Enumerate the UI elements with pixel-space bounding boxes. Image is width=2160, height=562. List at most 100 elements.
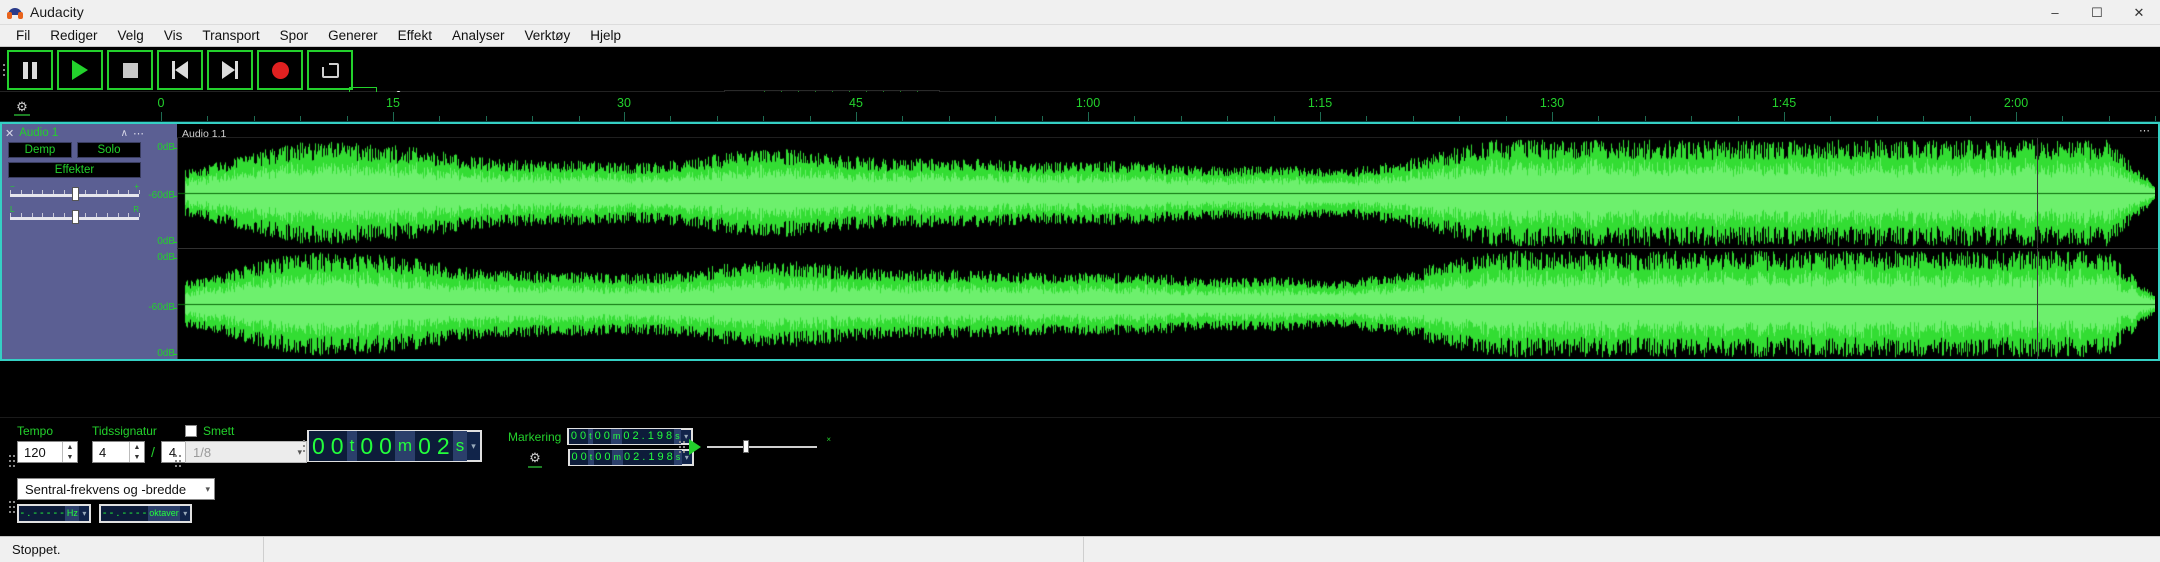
snap-label: Smett xyxy=(203,424,235,438)
time-digit[interactable]: 0 xyxy=(602,429,612,444)
mute-button[interactable]: Demp xyxy=(8,142,72,158)
time-digit[interactable]: 0 xyxy=(569,429,579,444)
vertical-db-ruler[interactable]: 0dB -60dB 0dB 0dB -60dB 0dB xyxy=(147,124,177,359)
time-unit[interactable]: s xyxy=(452,431,468,461)
gain-slider[interactable]: − + xyxy=(10,182,140,201)
play-speed-slider[interactable]: × xyxy=(707,435,831,455)
menu-item-velg[interactable]: Velg xyxy=(108,26,154,45)
collapse-chevron-icon[interactable]: ∧ xyxy=(121,128,128,139)
pan-slider-thumb[interactable] xyxy=(71,210,79,224)
track-control-panel[interactable]: ✕ Audio 1 ∧ ⋯ Demp Solo Effekter − + L R xyxy=(2,124,147,359)
play-speed-thumb[interactable] xyxy=(743,440,750,453)
time-digit[interactable]: 2 xyxy=(631,429,641,444)
time-unit[interactable]: t xyxy=(346,431,358,461)
chevron-down-icon[interactable]: ▾ xyxy=(79,509,89,518)
gain-slider-thumb[interactable] xyxy=(71,187,79,201)
track-name-label[interactable]: Audio 1 xyxy=(19,127,120,139)
chevron-down-icon[interactable]: ▾ xyxy=(467,441,480,452)
selection-options-button[interactable]: ⚙ xyxy=(508,450,562,468)
waveform-area[interactable]: Audio 1.1 ⋯ xyxy=(177,124,2158,359)
record-icon xyxy=(271,61,289,79)
waveform-channel-right[interactable] xyxy=(177,249,2158,359)
time-digit[interactable]: 0 xyxy=(578,429,588,444)
time-digit[interactable]: 8 xyxy=(665,450,675,465)
time-digit[interactable]: 0 xyxy=(593,429,603,444)
record-button[interactable] xyxy=(257,50,303,90)
audio-position-display[interactable]: 0 0 t 0 0 m 0 2 s ▾ xyxy=(307,430,482,462)
time-digit[interactable]: 2 xyxy=(631,450,641,465)
close-track-icon[interactable]: ✕ xyxy=(5,127,14,140)
time-grip[interactable] xyxy=(300,431,307,461)
menu-item-verkt-y[interactable]: Verktøy xyxy=(514,26,580,45)
time-digit[interactable]: 0 xyxy=(570,450,580,465)
bandwidth-display[interactable]: - - . - - - - oktaver ▾ xyxy=(99,504,193,523)
transport-grip[interactable] xyxy=(0,55,7,85)
time-digit[interactable]: 9 xyxy=(655,429,665,444)
solo-button[interactable]: Solo xyxy=(77,142,141,158)
timeline-ruler[interactable]: ⚙ 0 15 30 45 1:00 1:15 1:30 1:45 2:00 xyxy=(0,92,2160,122)
chevron-down-icon[interactable]: ▾ xyxy=(180,509,190,518)
track-header: ✕ Audio 1 ∧ ⋯ xyxy=(2,124,147,140)
minimize-button[interactable]: – xyxy=(2034,0,2076,25)
time-digit[interactable]: 9 xyxy=(655,450,666,465)
selection-boundary xyxy=(2037,249,2038,359)
menu-item-hjelp[interactable]: Hjelp xyxy=(580,26,631,45)
tempo-stepper[interactable]: ▲▼ xyxy=(17,441,78,463)
waveform-channel-left[interactable] xyxy=(177,138,2158,248)
selection-end-display[interactable]: 0 0 t 0 0 m 0 2. 1 9 8 s ▾ xyxy=(568,449,694,466)
time-digit[interactable]: 0 xyxy=(579,450,589,465)
time-unit[interactable]: m xyxy=(611,429,622,444)
time-digit[interactable]: 0 xyxy=(327,431,347,461)
playspeed-grip[interactable] xyxy=(676,432,683,462)
time-digit[interactable]: 0 xyxy=(593,450,603,465)
clip-header[interactable]: Audio 1.1 ⋯ xyxy=(177,124,2158,140)
pan-slider[interactable]: L R xyxy=(10,205,140,224)
time-digit[interactable]: 0 xyxy=(376,431,395,461)
timesig-grip[interactable] xyxy=(6,446,13,476)
time-digit[interactable]: 0 xyxy=(621,429,631,444)
time-digit[interactable]: 8 xyxy=(664,429,674,444)
skip-to-start-button[interactable] xyxy=(157,50,203,90)
loop-button[interactable] xyxy=(307,50,353,90)
menu-item-rediger[interactable]: Rediger xyxy=(40,26,107,45)
menu-item-transport[interactable]: Transport xyxy=(192,26,269,45)
menu-item-analyser[interactable]: Analyser xyxy=(442,26,515,45)
menu-item-vis[interactable]: Vis xyxy=(154,26,193,45)
center-frequency-display[interactable]: - . - - - - - Hz ▾ xyxy=(17,504,92,523)
snap-grip[interactable] xyxy=(172,446,179,476)
time-digit[interactable]: 2 xyxy=(433,431,453,461)
time-unit[interactable]: m xyxy=(612,450,623,465)
snap-checkbox[interactable] xyxy=(185,425,197,437)
timeline-options-button[interactable]: ⚙ xyxy=(12,96,32,118)
timesig-numerator-stepper[interactable]: ▲▼ xyxy=(92,441,145,463)
timesig-numerator-input[interactable] xyxy=(93,442,129,462)
tempo-input[interactable] xyxy=(18,442,62,462)
menu-item-effekt[interactable]: Effekt xyxy=(388,26,442,45)
selection-start-display[interactable]: 0 0 t 0 0 m 0 2. 1 9 8 s ▾ xyxy=(567,428,694,445)
close-button[interactable]: ✕ xyxy=(2118,0,2160,25)
stop-button[interactable] xyxy=(107,50,153,90)
time-digit[interactable]: 0 xyxy=(309,431,328,461)
time-digit[interactable]: 0 xyxy=(602,450,613,465)
clip-menu-icon[interactable]: ⋯ xyxy=(2139,124,2150,138)
spectral-grip[interactable] xyxy=(6,492,13,522)
time-digit[interactable]: 1 xyxy=(646,450,656,465)
skip-to-end-button[interactable] xyxy=(207,50,253,90)
menu-item-generer[interactable]: Generer xyxy=(318,26,388,45)
play-button[interactable] xyxy=(57,50,103,90)
maximize-button[interactable]: ☐ xyxy=(2076,0,2118,25)
time-digit[interactable]: 0 xyxy=(622,450,632,465)
audio-track[interactable]: ✕ Audio 1 ∧ ⋯ Demp Solo Effekter − + L R… xyxy=(0,122,2160,361)
time-unit[interactable]: m xyxy=(394,431,416,461)
track-menu-icon[interactable]: ⋯ xyxy=(133,127,144,140)
spectral-mode-select[interactable]: Sentral-frekvens og -bredde ▾ xyxy=(17,478,215,500)
play-speed-icon[interactable] xyxy=(689,439,701,455)
pause-button[interactable] xyxy=(7,50,53,90)
time-digit[interactable]: 0 xyxy=(357,431,377,461)
menu-item-fil[interactable]: Fil xyxy=(6,26,40,45)
snap-value-select[interactable]: 1/8 ▾ xyxy=(185,441,307,463)
time-digit[interactable]: 1 xyxy=(646,429,656,444)
track-effects-button[interactable]: Effekter xyxy=(8,162,141,178)
menu-item-spor[interactable]: Spor xyxy=(270,26,319,45)
time-digit[interactable]: 0 xyxy=(415,431,434,461)
